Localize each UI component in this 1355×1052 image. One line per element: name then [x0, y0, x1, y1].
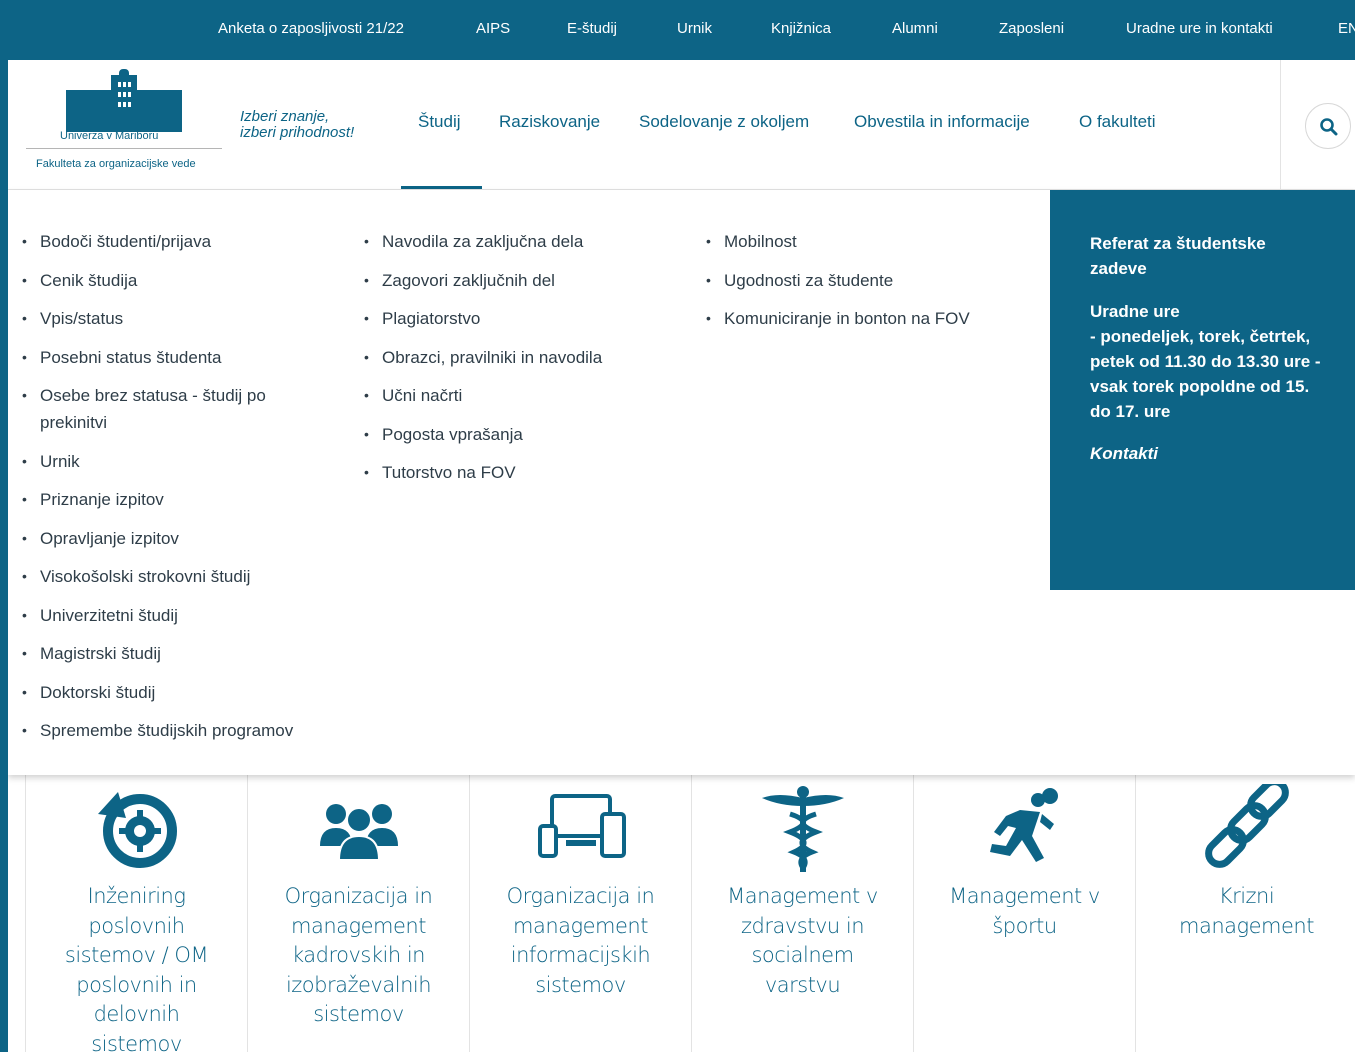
topbar-link-language[interactable]: EN — [1338, 20, 1355, 37]
nav-item-studij[interactable]: Študij — [418, 112, 461, 132]
nav-item-obvestila[interactable]: Obvestila in informacije — [854, 112, 1030, 132]
header-divider — [1280, 60, 1281, 190]
top-utility-bar: Anketa o zaposljivosti 21/22 AIPS E-štud… — [0, 0, 1355, 60]
program-label: Inženiring poslovnih sistemov / OM poslo… — [64, 884, 209, 1052]
gear-cycle-icon — [97, 792, 177, 868]
menu-link[interactable]: Univerzitetni študij — [22, 602, 342, 629]
topbar-link-estudij[interactable]: E-študij — [567, 20, 617, 37]
runner-icon — [989, 788, 1058, 862]
nav-item-o-fakulteti[interactable]: O fakulteti — [1079, 112, 1156, 132]
topbar-link-alumni[interactable]: Alumni — [892, 20, 938, 37]
topbar-link-urnik[interactable]: Urnik — [677, 20, 712, 37]
menu-link[interactable]: Obrazci, pravilniki in navodila — [364, 344, 684, 371]
menu-link[interactable]: Komuniciranje in bonton na FOV — [706, 305, 1026, 332]
menu-column-1: Bodoči študenti/prijava Cenik študija Vp… — [22, 228, 342, 756]
menu-link[interactable]: Tutorstvo na FOV — [364, 459, 684, 486]
logo-divider — [26, 148, 222, 149]
menu-column-2: Navodila za zaključna dela Zagovori zakl… — [364, 228, 684, 498]
menu-link[interactable]: Navodila za zaključna dela — [364, 228, 684, 255]
search-icon — [1320, 118, 1338, 136]
menu-link[interactable]: Priznanje izpitov — [22, 486, 342, 513]
program-label: Krizni management — [1179, 884, 1314, 938]
office-hours-title: Uradne ure — [1090, 302, 1180, 321]
program-label: Organizacija in management kadrovskih in… — [284, 884, 433, 1026]
logo-window — [123, 82, 126, 87]
menu-link[interactable]: Vpis/status — [22, 305, 342, 332]
menu-link[interactable]: Spremembe študijskih programov — [22, 717, 342, 744]
topbar-link-aips[interactable]: AIPS — [476, 20, 510, 37]
active-nav-indicator — [401, 186, 482, 189]
student-office-info-box: Referat za študentske zadeve Uradne ure … — [1050, 190, 1355, 590]
menu-link[interactable]: Osebe brez statusa - študij po prekinitv… — [22, 382, 292, 436]
menu-link[interactable]: Mobilnost — [706, 228, 1026, 255]
menu-link[interactable]: Doktorski študij — [22, 679, 342, 706]
caduceus-icon — [761, 786, 844, 872]
program-label: Management v zdravstvu in socialnem vars… — [727, 884, 878, 997]
study-programs-row: Inženiring poslovnih sistemov / OM poslo… — [8, 774, 1355, 1052]
program-card[interactable]: Inženiring poslovnih sistemov / OM poslo… — [25, 774, 247, 1052]
logo-window — [118, 102, 121, 107]
menu-link[interactable]: Plagiatorstvo — [364, 305, 684, 332]
program-card[interactable]: Krizni management — [1135, 774, 1355, 1052]
program-card[interactable]: Management v športu — [913, 774, 1135, 1052]
site-header: Univerza v Mariboru Fakulteta za organiz… — [8, 60, 1355, 190]
program-label: Organizacija in management informacijski… — [506, 884, 655, 997]
slogan: Izberi znanje, izberi prihodnost! — [240, 108, 355, 141]
devices-icon — [537, 794, 626, 858]
page-content: Univerza v Mariboru Fakulteta za organiz… — [8, 60, 1355, 1052]
contacts-link[interactable]: Kontakti — [1090, 441, 1323, 466]
studij-mega-menu: Bodoči študenti/prijava Cenik študija Vp… — [8, 190, 1355, 775]
menu-link[interactable]: Opravljanje izpitov — [22, 525, 342, 552]
program-label: Management v športu — [949, 884, 1100, 938]
nav-item-sodelovanje[interactable]: Sodelovanje z okoljem — [639, 112, 809, 132]
logo-window — [118, 82, 121, 87]
topbar-link-anketa[interactable]: Anketa o zaposljivosti 21/22 — [218, 20, 404, 37]
people-group-icon — [319, 804, 398, 861]
menu-link[interactable]: Učni načrti — [364, 382, 684, 409]
chain-icon — [1204, 784, 1289, 868]
search-button[interactable] — [1305, 103, 1351, 149]
topbar-link-uradne-ure[interactable]: Uradne ure in kontakti — [1126, 20, 1273, 37]
topbar-link-knjiznica[interactable]: Knjižnica — [771, 20, 831, 37]
menu-link[interactable]: Urnik — [22, 448, 342, 475]
program-card[interactable]: Organizacija in management kadrovskih in… — [247, 774, 469, 1052]
info-title: Referat za študentske zadeve — [1090, 234, 1266, 278]
menu-link[interactable]: Zagovori zaključnih del — [364, 267, 684, 294]
logo-window — [118, 92, 121, 97]
logo-window — [128, 82, 131, 87]
menu-link[interactable]: Cenik študija — [22, 267, 342, 294]
menu-link[interactable]: Ugodnosti za študente — [706, 267, 1026, 294]
logo-window — [123, 102, 126, 107]
logo-university-name: Univerza v Mariboru — [60, 130, 159, 142]
menu-link[interactable]: Magistrski študij — [22, 640, 342, 667]
logo-window — [123, 92, 126, 97]
logo-window — [128, 92, 131, 97]
office-hours-text: - ponedeljek, torek, četrtek, petek od 1… — [1090, 327, 1321, 421]
menu-column-3: Mobilnost Ugodnosti za študente Komunici… — [706, 228, 1026, 344]
menu-link[interactable]: Posebni status študenta — [22, 344, 342, 371]
menu-link[interactable]: Bodoči študenti/prijava — [22, 228, 342, 255]
program-card[interactable]: Organizacija in management informacijski… — [469, 774, 691, 1052]
university-logo[interactable] — [66, 69, 182, 132]
logo-faculty-name: Fakulteta za organizacijske vede — [36, 158, 196, 170]
topbar-link-zaposleni[interactable]: Zaposleni — [999, 20, 1064, 37]
nav-item-raziskovanje[interactable]: Raziskovanje — [499, 112, 600, 132]
menu-link[interactable]: Pogosta vprašanja — [364, 421, 684, 448]
logo-window — [128, 102, 131, 107]
menu-link[interactable]: Visokošolski strokovni študij — [22, 563, 342, 590]
program-card[interactable]: Management v zdravstvu in socialnem vars… — [691, 774, 913, 1052]
